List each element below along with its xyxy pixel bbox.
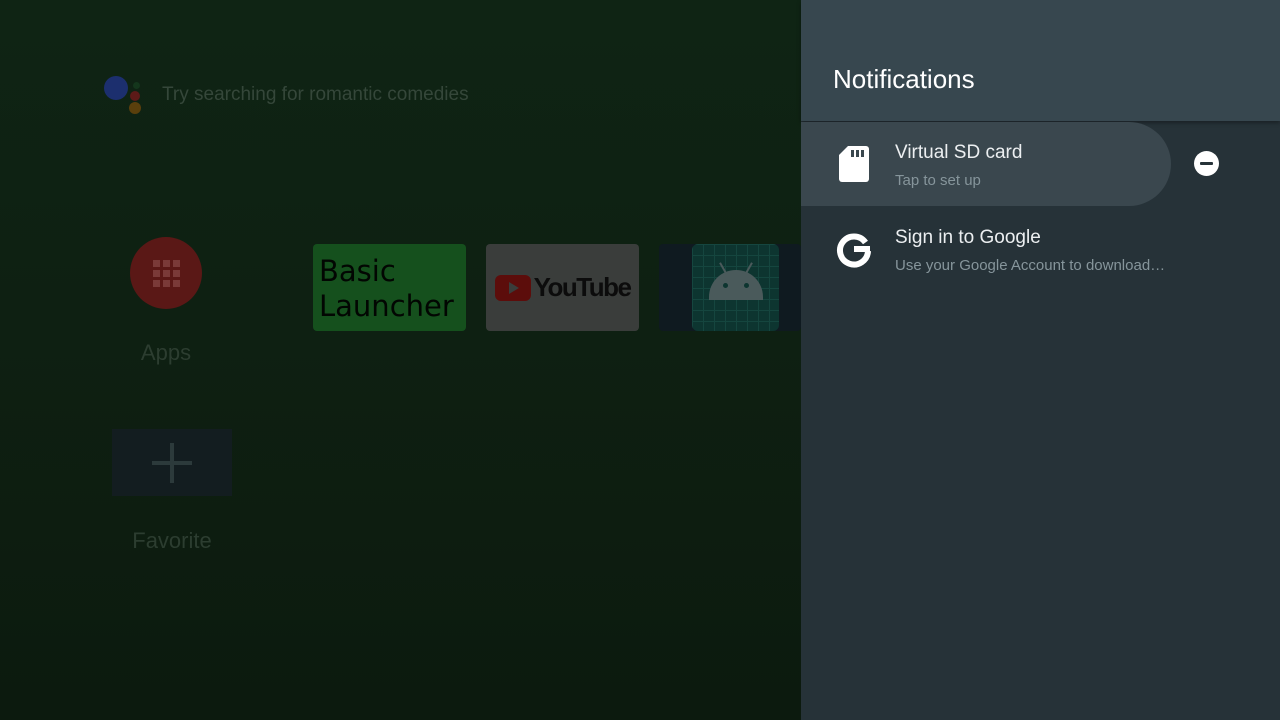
- youtube-play-icon: [494, 274, 531, 301]
- notifications-title: Notifications: [833, 64, 975, 94]
- apps-label: Apps: [140, 340, 192, 365]
- youtube-logo: YouTube: [494, 272, 632, 303]
- apps-button[interactable]: [130, 237, 202, 309]
- google-assistant-icon: [104, 74, 144, 116]
- youtube-label: YouTube: [533, 272, 632, 302]
- search-hint-text: Try searching for romantic comedies: [162, 84, 469, 105]
- notification-title: Virtual SD card: [895, 142, 1023, 163]
- add-favorite-button[interactable]: [112, 429, 232, 496]
- notification-sign-in-google[interactable]: Sign in to Google Use your Google Accoun…: [801, 207, 1171, 291]
- android-app-tile[interactable]: [659, 244, 801, 331]
- favorite-label: Favorite: [132, 528, 212, 553]
- minus-circle-icon[interactable]: [1194, 151, 1219, 176]
- notification-title: Sign in to Google: [895, 227, 1041, 248]
- notifications-panel: Notifications Virtual SD card Tap to set…: [801, 0, 1280, 720]
- basic-launcher-label: Basic Launcher: [319, 254, 454, 323]
- apps-grid-icon: [152, 259, 180, 287]
- android-robot-icon: [692, 244, 779, 331]
- sd-card-icon: [833, 143, 875, 185]
- notification-subtitle: Tap to set up: [895, 172, 981, 189]
- basic-launcher-tile[interactable]: Basic Launcher: [313, 244, 466, 331]
- notification-subtitle: Use your Google Account to download…: [895, 257, 1166, 274]
- google-icon: [833, 228, 875, 270]
- youtube-tile[interactable]: YouTube: [486, 244, 639, 331]
- assistant-search-bar[interactable]: Try searching for romantic comedies: [104, 74, 469, 116]
- plus-icon: [152, 442, 192, 483]
- notification-virtual-sd-card[interactable]: Virtual SD card Tap to set up: [801, 122, 1171, 206]
- notifications-header: Notifications: [801, 0, 1280, 121]
